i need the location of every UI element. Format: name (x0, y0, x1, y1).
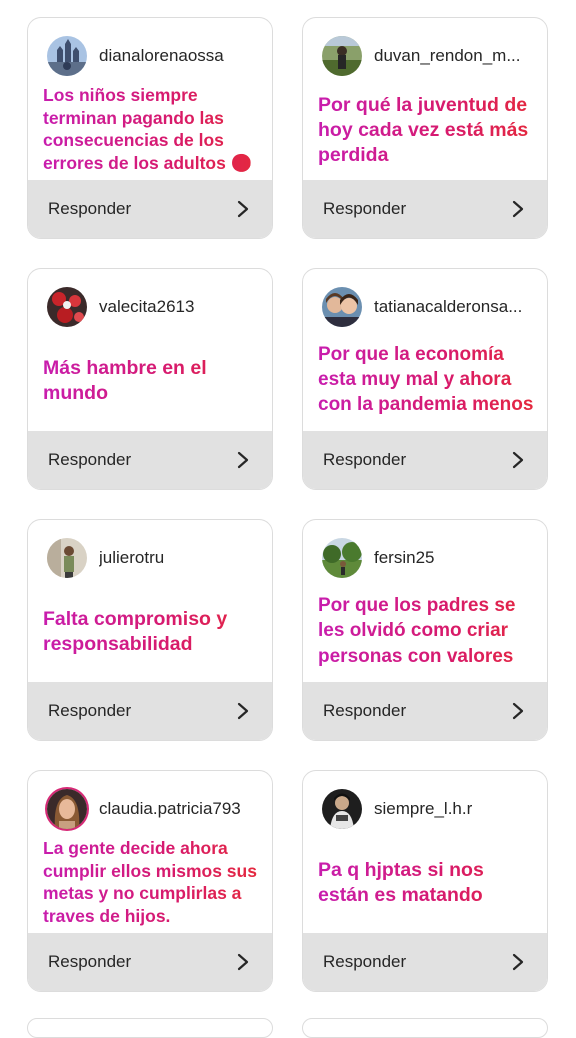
avatar[interactable] (322, 538, 362, 578)
question-card: tatianacalderonsa... Por que la economía… (302, 268, 548, 490)
reply-button[interactable]: Responder (28, 933, 272, 991)
reply-label: Responder (48, 450, 132, 469)
reply-button[interactable]: Responder (28, 682, 272, 740)
reply-label: Responder (48, 199, 132, 218)
username[interactable]: dianalorenaossa (99, 46, 224, 66)
chevron-right-icon (237, 702, 249, 720)
avatar[interactable] (47, 287, 87, 327)
card-header: fersin25 (322, 538, 535, 578)
chevron-right-icon (512, 451, 524, 469)
question-text: Más hambre en el mundo (43, 333, 262, 429)
avatar[interactable] (47, 36, 87, 76)
chevron-right-icon (237, 200, 249, 218)
question-text: Por que la economía esta muy mal y ahora… (318, 329, 537, 429)
card-header: claudia.patricia793 (47, 789, 260, 829)
chevron-right-icon (512, 702, 524, 720)
reply-label: Responder (323, 199, 407, 218)
question-card: duvan_rendon_m... Por qué la juventud de… (302, 17, 548, 239)
question-text: Los niños siempre terminan pagando las c… (43, 80, 262, 178)
username[interactable]: julierotru (99, 548, 164, 568)
card-header: dianalorenaossa (47, 36, 260, 76)
reply-label: Responder (323, 701, 407, 720)
avatar[interactable] (322, 287, 362, 327)
avatar[interactable] (322, 789, 362, 829)
question-card-partial (27, 1018, 273, 1038)
reply-button[interactable]: Responder (303, 682, 547, 740)
question-text: Falta compromiso y responsabilidad (43, 584, 262, 680)
chevron-right-icon (512, 200, 524, 218)
reply-button[interactable]: Responder (28, 180, 272, 238)
card-header: tatianacalderonsa... (322, 287, 535, 327)
card-header: valecita2613 (47, 287, 260, 327)
avatar[interactable] (47, 789, 87, 829)
question-text: La gente decide ahora cumplir ellos mism… (43, 833, 262, 931)
username[interactable]: tatianacalderonsa... (374, 297, 522, 317)
question-card: dianalorenaossa Los niños siempre termin… (27, 17, 273, 239)
question-card: siempre_l.h.r Pa q hjptas si nos están e… (302, 770, 548, 992)
username[interactable]: claudia.patricia793 (99, 799, 241, 819)
question-card: valecita2613 Más hambre en el mundo Resp… (27, 268, 273, 490)
username[interactable]: fersin25 (374, 548, 434, 568)
question-text: Por qué la juventud de hoy cada vez está… (318, 82, 537, 178)
reply-label: Responder (48, 701, 132, 720)
card-header: siempre_l.h.r (322, 789, 535, 829)
question-card: julierotru Falta compromiso y responsabi… (27, 519, 273, 741)
reply-button[interactable]: Responder (28, 431, 272, 489)
reply-button[interactable]: Responder (303, 431, 547, 489)
username[interactable]: valecita2613 (99, 297, 194, 317)
chevron-right-icon (512, 953, 524, 971)
reply-label: Responder (48, 952, 132, 971)
card-header: julierotru (47, 538, 260, 578)
reply-label: Responder (323, 952, 407, 971)
question-card-partial (302, 1018, 548, 1038)
reply-button[interactable]: Responder (303, 933, 547, 991)
question-card: fersin25 Por que los padres se les olvid… (302, 519, 548, 741)
question-text: Por que los padres se les olvidó como cr… (318, 582, 537, 680)
question-text: Pa q hjptas si nos están es matando (318, 835, 537, 931)
card-header: duvan_rendon_m... (322, 36, 535, 76)
avatar[interactable] (47, 538, 87, 578)
reply-button[interactable]: Responder (303, 180, 547, 238)
reply-label: Responder (323, 450, 407, 469)
username[interactable]: duvan_rendon_m... (374, 46, 521, 66)
question-card: claudia.patricia793 La gente decide ahor… (27, 770, 273, 992)
avatar[interactable] (322, 36, 362, 76)
chevron-right-icon (237, 953, 249, 971)
username[interactable]: siempre_l.h.r (374, 799, 472, 819)
chevron-right-icon (237, 451, 249, 469)
